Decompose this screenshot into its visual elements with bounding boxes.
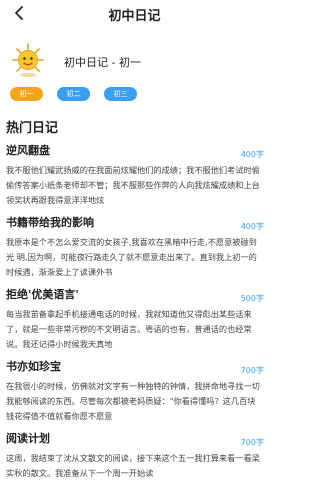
diary-summary: 在我很小的时候，仿佛就对文字有一种独特的钟情，我拼命地寻找一切我能够阅读的东西。… (6, 381, 260, 421)
diary-summary: 我不服他们耀武扬威的在我面前炫耀他们的成绩；我不服他们考试时偷偷传答案小纸条老师… (6, 165, 260, 205)
diary-summary: 每当我苗备拿起手机接通电话的时候，我就知道他又得彪出某些话来了，就是一些非常污秽… (6, 309, 252, 349)
diary-title: 书籍带给我的影响 (6, 216, 94, 229)
word-count: 400字 (240, 150, 264, 159)
grade-tabs: 初一 初二 初三 (10, 87, 151, 101)
word-count: 700字 (240, 366, 264, 375)
word-count: 500字 (240, 294, 264, 303)
section-title: 热门日记 (6, 121, 59, 136)
diary-item[interactable]: 逆风翻盘 400字 我不服他们耀武扬威的在我面前炫耀他们的成绩；我不服他们考试时… (0, 142, 269, 214)
category-header: 初中日记 - 初一 (0, 42, 269, 82)
navbar: 初中日记 (0, 0, 269, 27)
diary-item[interactable]: 书籍带给我的影响 400字 我原本是个不怎么爱交流的女孩子,我喜欢在黑暗中行走,… (0, 214, 269, 286)
page-title: 初中日记 (108, 9, 161, 24)
diary-summary: 这周，我结束了沈从文散文的阅读，接下来这个五一我打算来看一看梁实秋的散文。我准备… (6, 453, 260, 478)
word-count: 400字 (240, 222, 264, 231)
diary-title: 拒绝'优美语言' (6, 288, 79, 301)
diary-summary: 我原本是个不怎么爱交流的女孩子,我喜欢在黑暗中行走,不愿意被碰到光 明,因为啊，… (6, 237, 257, 277)
diary-item[interactable]: 阅读计划 700字 这周，我结束了沈从文散文的阅读，接下来这个五一我打算来看一看… (0, 430, 269, 483)
diary-title: 书亦如珍宝 (6, 360, 61, 373)
tab-grade-1[interactable]: 初一 (10, 87, 43, 101)
diary-title: 阅读计划 (6, 432, 50, 445)
cartoon-sun-icon (12, 43, 44, 77)
category-title: 初中日记 - 初一 (64, 56, 141, 69)
diary-list: 逆风翻盘 400字 我不服他们耀武扬威的在我面前炫耀他们的成绩；我不服他们考试时… (0, 142, 269, 483)
diary-item[interactable]: 书亦如珍宝 700字 在我很小的时候，仿佛就对文字有一种独特的钟情，我拼命地寻找… (0, 358, 269, 430)
tab-grade-2[interactable]: 初二 (57, 87, 90, 101)
diary-title: 逆风翻盘 (6, 144, 50, 157)
word-count: 700字 (240, 438, 264, 447)
tab-grade-3[interactable]: 初三 (104, 87, 137, 101)
diary-item[interactable]: 拒绝'优美语言' 500字 每当我苗备拿起手机接通电话的时候，我就知道他又得彪出… (0, 286, 269, 358)
